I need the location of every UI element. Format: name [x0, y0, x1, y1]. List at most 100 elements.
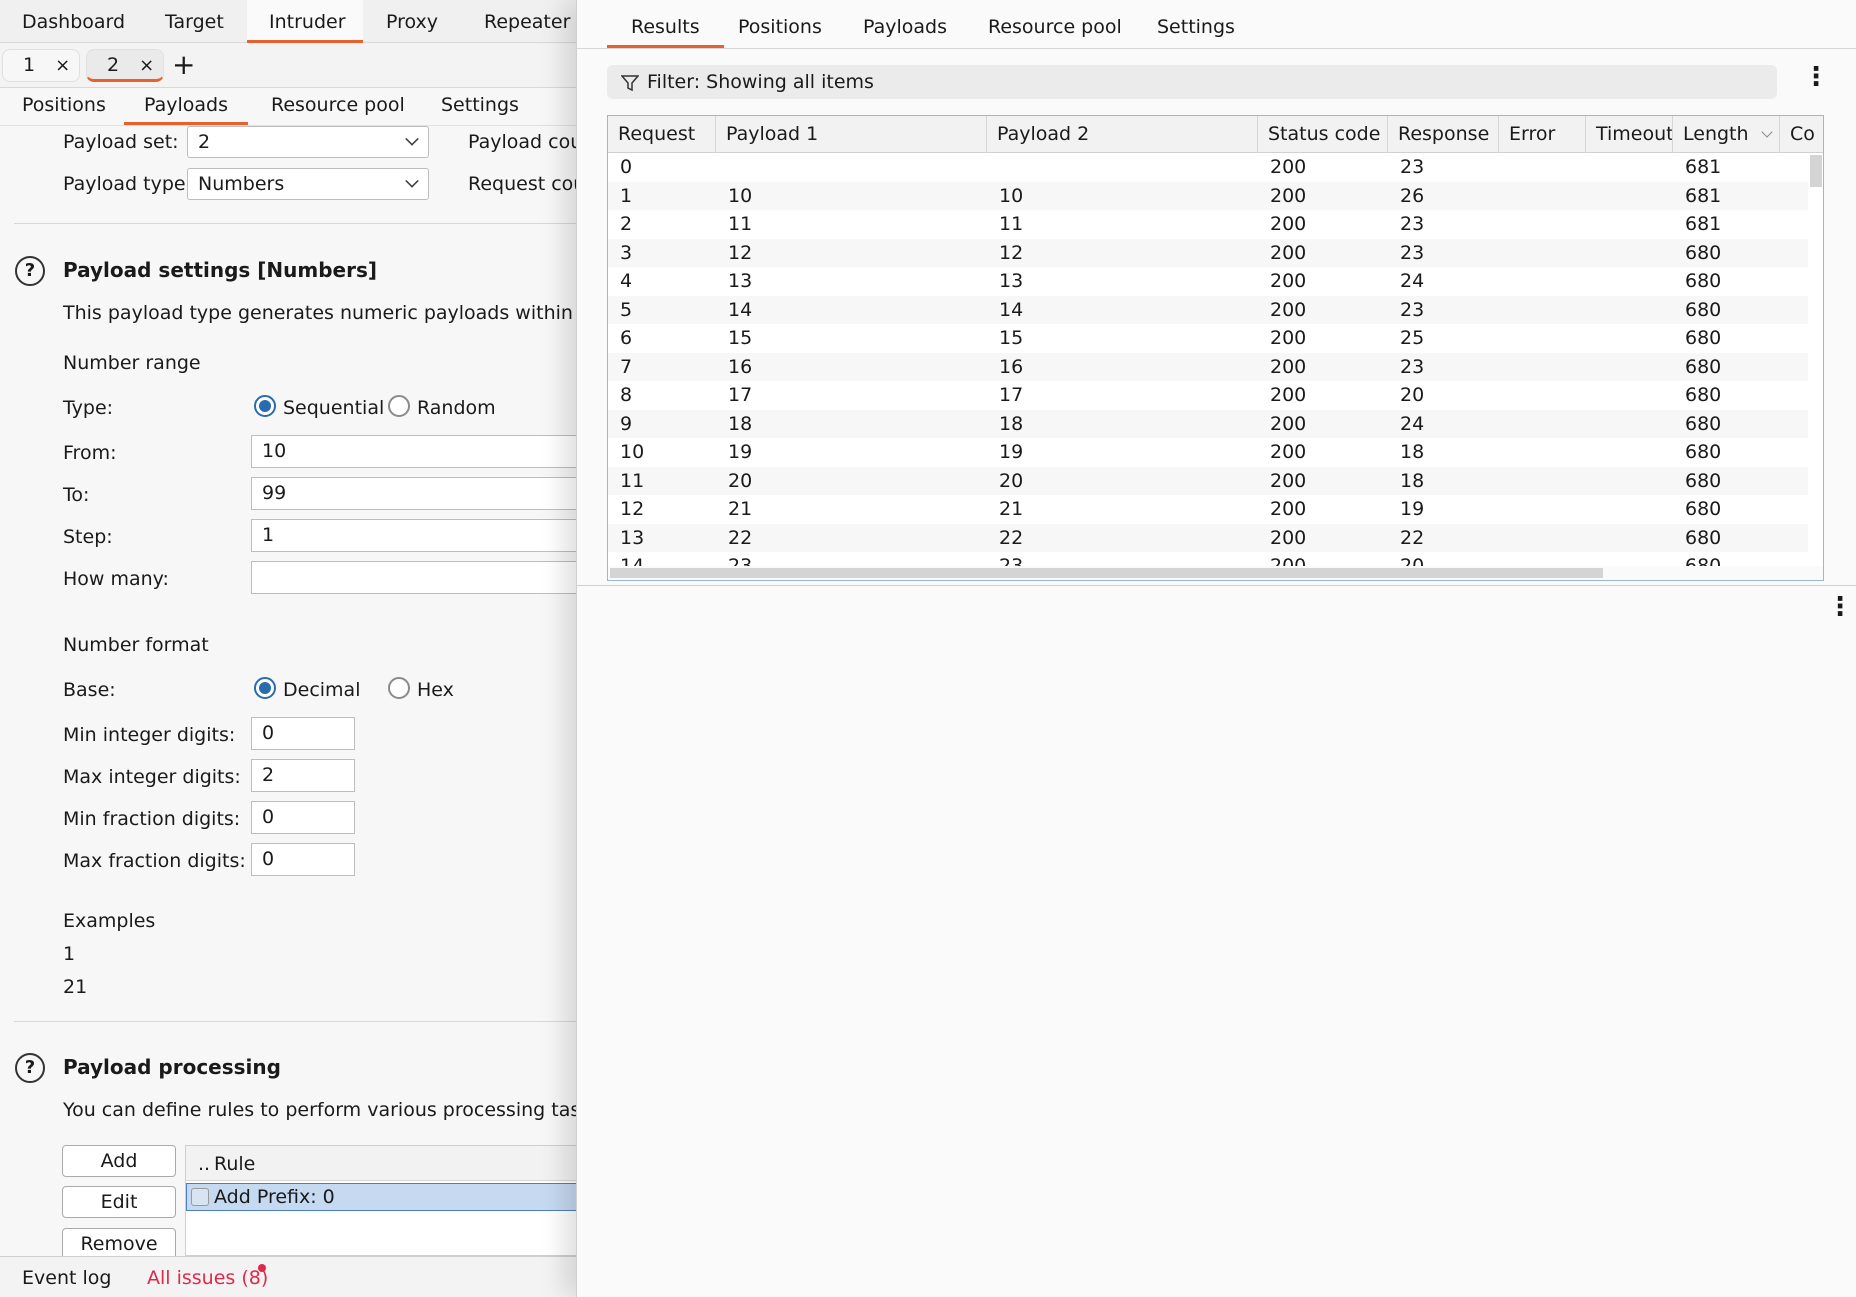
table-row[interactable]: 6 15 15 200 25 680: [608, 324, 1808, 353]
col-error[interactable]: Error: [1499, 116, 1586, 153]
table-row[interactable]: 3 12 12 200 23 680: [608, 238, 1808, 268]
table-cell: 680: [1685, 469, 1722, 492]
payload-set-select[interactable]: 2: [187, 126, 429, 158]
from-label: From:: [63, 442, 117, 464]
table-cell: 22: [1400, 526, 1425, 549]
max-fraction-digits-input[interactable]: 0: [251, 843, 355, 876]
payload-processing-title: Payload processing: [63, 1055, 281, 1079]
table-cell: 200: [1270, 469, 1307, 492]
table-cell: [1499, 239, 1586, 268]
payload-type-label: Payload type:: [63, 173, 192, 195]
help-icon[interactable]: ?: [15, 1053, 45, 1083]
step-input[interactable]: 1: [251, 519, 578, 552]
rule-enabled-checkbox[interactable]: [191, 1188, 209, 1206]
status-bar: Event log All issues (8): [0, 1256, 578, 1297]
attack-tab-2[interactable]: 2 ×: [86, 49, 164, 82]
table-row[interactable]: 2 11 11 200 23 681: [608, 210, 1808, 239]
rule-row[interactable]: Add Prefix: 0: [186, 1183, 578, 1211]
to-input[interactable]: 99: [251, 477, 578, 510]
table-row[interactable]: 0 200 23 681: [608, 153, 1808, 182]
random-radio[interactable]: [388, 395, 410, 417]
tab-payloads[interactable]: Payloads: [863, 16, 947, 38]
table-row[interactable]: 13 22 22 200 22 680: [608, 523, 1808, 552]
tab-repeater[interactable]: Repeater: [462, 0, 578, 43]
table-cell: 4: [620, 270, 633, 292]
table-cell: 22: [728, 526, 753, 549]
col-length[interactable]: Length: [1673, 116, 1780, 153]
col-timeout[interactable]: Timeout: [1586, 116, 1673, 153]
edit-rule-button[interactable]: Edit: [62, 1186, 176, 1218]
scrollbar-thumb[interactable]: [610, 568, 1603, 578]
col-payload-1[interactable]: Payload 1: [716, 116, 987, 153]
more-options-icon[interactable]: ⋮: [1803, 64, 1829, 90]
tab-settings[interactable]: Settings: [441, 94, 519, 122]
table-cell: 15: [728, 327, 753, 349]
horizontal-scrollbar[interactable]: [608, 566, 1823, 580]
payload-type-select[interactable]: Numbers: [187, 168, 429, 200]
close-icon[interactable]: ×: [55, 55, 70, 76]
close-icon[interactable]: ×: [139, 55, 154, 76]
table-row[interactable]: 1 10 10 200 26 681: [608, 181, 1808, 210]
event-log-link[interactable]: Event log: [22, 1267, 111, 1289]
table-cell: 23: [1400, 156, 1425, 178]
table-cell: 200: [1270, 526, 1307, 549]
from-input[interactable]: 10: [251, 435, 578, 468]
pane-divider[interactable]: [577, 585, 1856, 586]
table-cell: 681: [1685, 184, 1722, 207]
table-cell: [1499, 267, 1586, 296]
table-cell: 200: [1270, 298, 1307, 321]
col-comment[interactable]: Co: [1780, 116, 1823, 153]
tab-positions[interactable]: Positions: [738, 16, 822, 38]
filter-bar[interactable]: Filter: Showing all items: [607, 65, 1777, 99]
table-row[interactable]: 9 18 18 200 24 680: [608, 409, 1808, 438]
table-row[interactable]: 4 13 13 200 24 680: [608, 267, 1808, 296]
decimal-radio[interactable]: [254, 677, 276, 699]
add-rule-button[interactable]: Add: [62, 1145, 176, 1177]
attack-tab-1[interactable]: 1 ×: [2, 49, 80, 82]
max-integer-digits-input[interactable]: 2: [251, 759, 355, 792]
hex-radio[interactable]: [388, 677, 410, 699]
min-integer-digits-input[interactable]: 0: [251, 717, 355, 750]
table-cell: 680: [1685, 270, 1722, 292]
tab-resource-pool[interactable]: Resource pool: [271, 94, 405, 122]
table-cell: [1499, 153, 1586, 182]
help-icon[interactable]: ?: [15, 256, 45, 286]
table-row[interactable]: 10 19 19 200 18 680: [608, 438, 1808, 467]
tab-dashboard[interactable]: Dashboard: [0, 0, 147, 43]
all-issues-link[interactable]: All issues (8): [147, 1267, 268, 1289]
col-payload-2[interactable]: Payload 2: [987, 116, 1258, 153]
add-tab-icon[interactable]: +: [172, 50, 195, 80]
table-cell: 680: [1685, 498, 1722, 520]
tab-results[interactable]: Results: [607, 16, 724, 48]
tab-resource-pool[interactable]: Resource pool: [988, 16, 1122, 38]
table-cell: 19: [999, 441, 1024, 463]
table-row[interactable]: 11 20 20 200 18 680: [608, 466, 1808, 496]
table-row[interactable]: 5 14 14 200 23 680: [608, 295, 1808, 324]
tab-proxy[interactable]: Proxy: [364, 0, 460, 43]
table-cell: [1586, 467, 1673, 496]
table-row[interactable]: 8 17 17 200 20 680: [608, 381, 1808, 410]
min-fraction-digits-input[interactable]: 0: [251, 801, 355, 834]
main-tab-bar: Dashboard Target Intruder Proxy Repeater: [0, 0, 578, 43]
col-request[interactable]: Request: [608, 116, 716, 153]
table-cell: 10: [728, 184, 753, 207]
tab-intruder[interactable]: Intruder: [247, 0, 363, 43]
sequential-radio[interactable]: [254, 395, 276, 417]
table-cell: [1586, 495, 1673, 524]
table-cell: [1586, 324, 1673, 353]
vertical-scrollbar[interactable]: [1809, 153, 1823, 580]
tab-settings[interactable]: Settings: [1157, 16, 1235, 38]
col-status-code[interactable]: Status code: [1258, 116, 1388, 153]
tab-target[interactable]: Target: [143, 0, 246, 43]
how-many-input[interactable]: [251, 561, 578, 594]
scrollbar-thumb[interactable]: [1810, 155, 1822, 187]
table-row[interactable]: 12 21 21 200 19 680: [608, 495, 1808, 524]
more-options-icon[interactable]: ⋮: [1827, 594, 1853, 620]
tab-payloads[interactable]: Payloads: [124, 94, 248, 125]
payload-processing-description: You can define rules to perform various …: [63, 1099, 578, 1121]
table-cell: 680: [1685, 412, 1722, 435]
table-row[interactable]: 7 16 16 200 23 680: [608, 352, 1808, 381]
col-response-time[interactable]: Response ...: [1388, 116, 1499, 153]
filter-icon: [621, 75, 639, 92]
tab-positions[interactable]: Positions: [22, 94, 106, 122]
